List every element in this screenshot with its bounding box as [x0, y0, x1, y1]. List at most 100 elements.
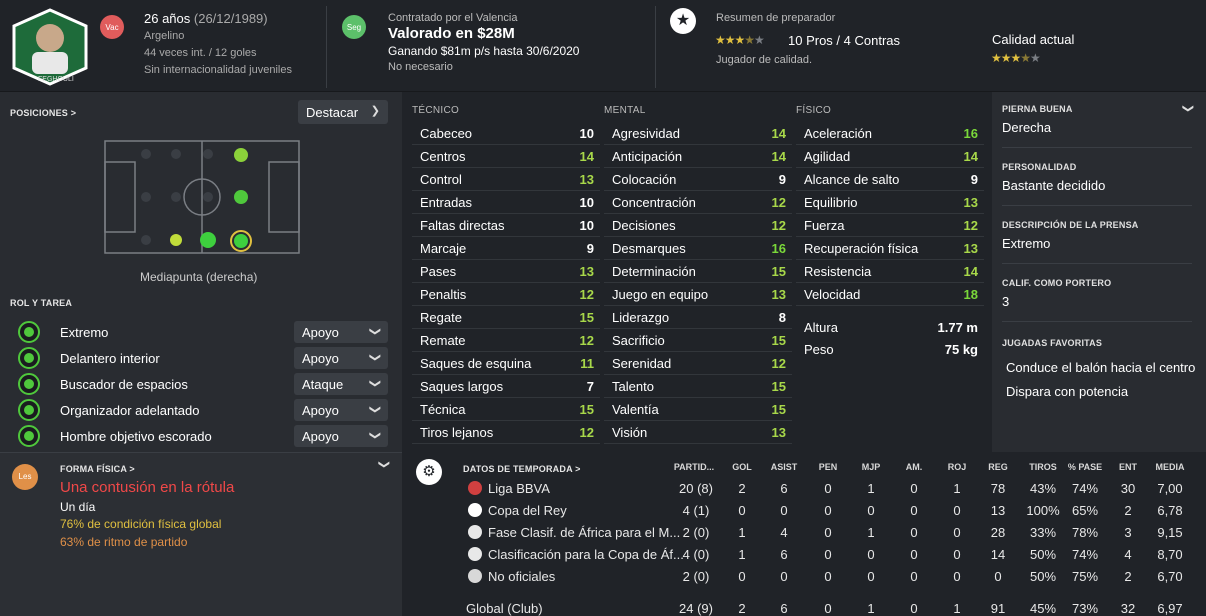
- stats-column-header[interactable]: PARTID...: [670, 462, 718, 472]
- injury-name: Una contusión en la rótula: [60, 479, 235, 496]
- roles-title: ROL Y TAREA: [10, 298, 73, 308]
- stats-row[interactable]: No oficiales 2 (0) 0 0 0 0 0 0 0 50% 75% 2 6,70: [462, 566, 1192, 588]
- detail-label: DESCRIPCIÓN DE LA PRENSA: [1002, 220, 1139, 230]
- height-row: Altura 1.77 m: [796, 316, 984, 339]
- stats-row[interactable]: Copa del Rey 4 (1) 0 0 0 0 0 0 13 100% 65% 2 6,78: [462, 500, 1192, 522]
- attribute-row: Serenidad 12: [604, 352, 792, 375]
- stats-column-header[interactable]: ENT: [1104, 462, 1152, 472]
- stat-value: 0: [910, 481, 918, 496]
- attribute-value: 14: [771, 148, 786, 164]
- attribute-value: 18: [963, 286, 978, 302]
- stats-row[interactable]: Fase Clasif. de África para el M... 2 (0)…: [462, 522, 1192, 544]
- competition-name: Global (Club): [466, 601, 543, 616]
- details-collapse-icon[interactable]: ❯: [1182, 104, 1195, 113]
- fitness-title[interactable]: FORMA FÍSICA >: [60, 464, 135, 474]
- duty-dropdown[interactable]: Apoyo ❯: [294, 425, 388, 447]
- stat-value: 0: [738, 569, 746, 584]
- player-avatar: FEGHOULI: [8, 8, 92, 86]
- stats-column-header[interactable]: MJP: [847, 462, 895, 472]
- stat-value: 0: [824, 601, 832, 616]
- stats-column-header[interactable]: MEDIA: [1146, 462, 1194, 472]
- attribute-row: Remate 12: [412, 329, 600, 352]
- contract-by: Contratado por el Valencia: [388, 12, 518, 24]
- stats-row[interactable]: Clasificación para la Copa de Áf... 4 (0)…: [462, 544, 1192, 566]
- vac-badge-text: Vac: [105, 22, 119, 32]
- current-ability-stars: ★★★★★: [991, 51, 1041, 65]
- duty-dropdown[interactable]: Apoyo ❯: [294, 347, 388, 369]
- duty-dropdown[interactable]: Apoyo ❯: [294, 321, 388, 343]
- role-name: Delantero interior: [60, 350, 160, 366]
- physical-title: FÍSICO: [796, 105, 832, 116]
- injury-badge-text: Les: [18, 472, 32, 481]
- attribute-name: Valentía: [612, 401, 659, 417]
- attribute-value: 7: [586, 378, 594, 394]
- stats-row[interactable]: Liga BBVA 20 (8) 2 6 0 1 0 1 78 43% 74% 30 7,00: [462, 478, 1192, 500]
- attribute-row: Sacrificio 15: [604, 329, 792, 352]
- move-item: Conduce el balón hacia el centro: [1006, 360, 1196, 375]
- detail-label: PERSONALIDAD: [1002, 162, 1077, 172]
- attribute-row: Velocidad 18: [796, 283, 984, 306]
- stat-value: 0: [780, 503, 788, 518]
- age-line: 26 años (26/12/1989): [144, 11, 268, 26]
- vac-badge: Vac: [100, 15, 124, 39]
- role-row[interactable]: Extremo Apoyo ❯: [16, 320, 392, 344]
- gear-icon[interactable]: ⚙: [416, 459, 442, 485]
- attribute-name: Velocidad: [804, 286, 861, 302]
- stat-value: 75%: [1071, 569, 1099, 584]
- duty-label: Apoyo: [302, 402, 339, 418]
- stats-column-header[interactable]: % PASE: [1061, 462, 1109, 472]
- stat-value: 0: [910, 503, 918, 518]
- attribute-value: 15: [771, 401, 786, 417]
- attribute-row: Fuerza 12: [796, 214, 984, 237]
- role-row[interactable]: Organizador adelantado Apoyo ❯: [16, 398, 392, 422]
- chevron-down-icon: ❯: [368, 326, 381, 337]
- attribute-value: 16: [963, 125, 978, 141]
- duty-label: Apoyo: [302, 324, 339, 340]
- role-name: Organizador adelantado: [60, 402, 200, 418]
- positions-title[interactable]: POSICIONES >: [10, 108, 76, 118]
- stats-column-header[interactable]: ASIST: [760, 462, 808, 472]
- role-row[interactable]: Hombre objetivo escorado Apoyo ❯: [16, 424, 392, 448]
- role-row[interactable]: Buscador de espacios Ataque ❯: [16, 372, 392, 396]
- stat-value: 0: [867, 503, 875, 518]
- stat-value: 1: [867, 481, 875, 496]
- attribute-name: Penaltis: [420, 286, 467, 302]
- stat-value: 6,70: [1157, 569, 1183, 584]
- stats-row[interactable]: Global (Club) 24 (9) 2 6 0 1 0 1 91 45% 73% 32 6,97: [462, 598, 1192, 616]
- attribute-row: Marcaje 9: [412, 237, 600, 260]
- attribute-value: 15: [579, 401, 594, 417]
- stats-column-header[interactable]: TIROS: [1019, 462, 1067, 472]
- attribute-name: Anticipación: [612, 148, 683, 164]
- stat-value: 3: [1124, 525, 1132, 540]
- fitness-collapse-icon[interactable]: ❯: [378, 460, 391, 469]
- role-icon: [18, 373, 40, 395]
- attribute-row: Liderazgo 8: [604, 306, 792, 329]
- attribute-name: Marcaje: [420, 240, 467, 256]
- stats-column-header[interactable]: PEN: [804, 462, 852, 472]
- attribute-name: Visión: [612, 424, 648, 440]
- competition-icon: [468, 569, 482, 583]
- season-title[interactable]: DATOS DE TEMPORADA >: [463, 464, 581, 474]
- stat-value: 65%: [1071, 503, 1099, 518]
- chevron-down-icon: ❯: [368, 404, 381, 415]
- attribute-row: Tiros lejanos 12: [412, 421, 600, 444]
- stat-value: 1: [738, 525, 746, 540]
- role-row[interactable]: Delantero interior Apoyo ❯: [16, 346, 392, 370]
- attribute-value: 12: [579, 286, 594, 302]
- attribute-value: 12: [579, 424, 594, 440]
- stats-column-header[interactable]: GOL: [718, 462, 766, 472]
- attribute-row: Valentía 15: [604, 398, 792, 421]
- stats-column-header[interactable]: REG: [974, 462, 1022, 472]
- highlight-dropdown[interactable]: Destacar ❯: [298, 100, 388, 124]
- duty-label: Ataque: [302, 376, 344, 392]
- duty-dropdown[interactable]: Ataque ❯: [294, 373, 388, 395]
- duty-dropdown[interactable]: Apoyo ❯: [294, 399, 388, 421]
- attribute-row: Concentración 12: [604, 191, 792, 214]
- attribute-name: Centros: [420, 148, 466, 164]
- stat-value: 6,97: [1157, 601, 1183, 616]
- attribute-value: 13: [963, 240, 978, 256]
- attribute-name: Concentración: [612, 194, 696, 210]
- role-name: Extremo: [60, 324, 109, 340]
- stats-column-header[interactable]: AM.: [890, 462, 938, 472]
- stat-value: 0: [824, 481, 832, 496]
